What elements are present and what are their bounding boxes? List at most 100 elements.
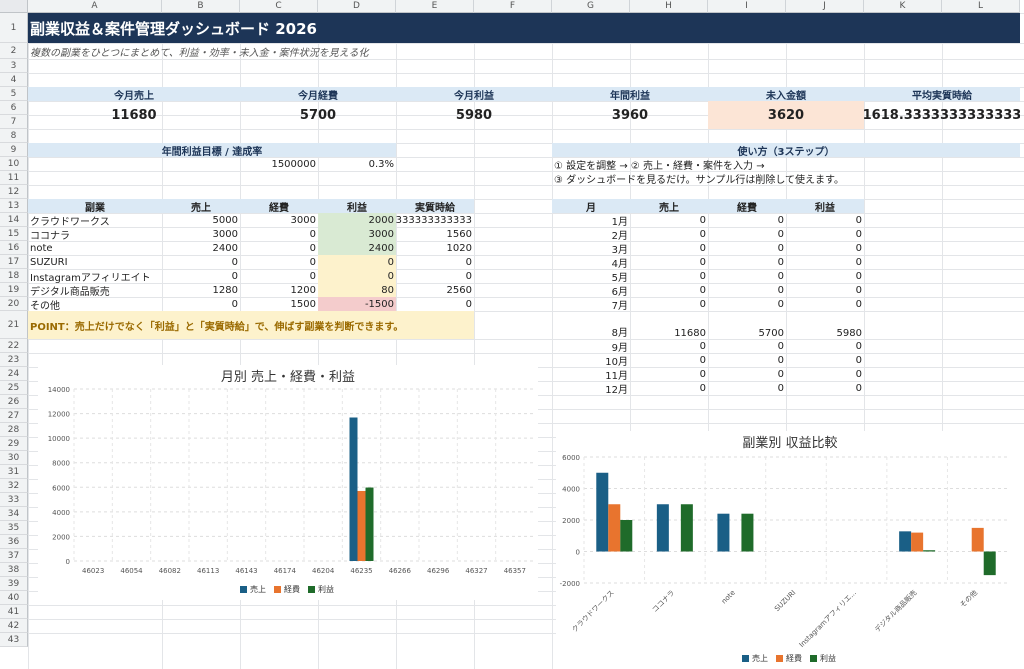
column-header[interactable]: G	[552, 0, 630, 13]
spreadsheet[interactable]: ABCDEFGHIJKL 1 2 3 4 5 6 7 8 9 10 11 12 13 14 15 16 17 18…	[0, 0, 1024, 669]
bar-cost[interactable]	[971, 527, 984, 552]
bar-sales[interactable]	[349, 417, 358, 561]
row-header[interactable]: 11	[0, 171, 28, 185]
bar-profit[interactable]	[365, 487, 374, 561]
side-name[interactable]: note	[28, 241, 162, 255]
row-header[interactable]: 17	[0, 255, 28, 269]
bar-profit[interactable]	[983, 551, 996, 576]
monthly-month[interactable]: 6月	[552, 283, 630, 298]
side-sales[interactable]: 0	[162, 297, 240, 311]
row-header[interactable]: 23	[0, 353, 28, 367]
monthly-profit[interactable]: 0	[786, 241, 864, 255]
row-header[interactable]: 40	[0, 591, 28, 605]
row-header[interactable]: 20	[0, 297, 28, 311]
monthly-profit[interactable]: 0	[786, 297, 864, 311]
row-header[interactable]: 4	[0, 73, 28, 87]
monthly-profit[interactable]: 0	[786, 255, 864, 269]
side-profit[interactable]: 80	[318, 283, 396, 297]
bar-sales[interactable]	[596, 472, 609, 552]
select-all-corner[interactable]	[0, 0, 28, 13]
row-header[interactable]: 31	[0, 465, 28, 479]
monthly-month[interactable]: 2月	[552, 227, 630, 242]
side-hourly[interactable]: 0	[396, 269, 474, 283]
bar-profit[interactable]	[620, 520, 633, 552]
monthly-sales[interactable]: 0	[630, 339, 708, 353]
side-name[interactable]: クラウドワークス	[28, 213, 162, 228]
side-name[interactable]: デジタル商品販売	[28, 283, 162, 298]
monthly-profit[interactable]: 5980	[786, 311, 864, 339]
side-name[interactable]: その他	[28, 297, 162, 312]
dashboard-title[interactable]: 副業収益＆案件管理ダッシュボード 2026	[28, 13, 1020, 43]
dashboard-subtitle[interactable]: 複数の副業をひとつにまとめて、利益・効率・未入金・案件状況を見える化	[28, 43, 1020, 59]
side-hourly[interactable]: 3333.3333333333333	[396, 213, 474, 227]
kpi-label[interactable]: 平均実質時給	[864, 87, 1020, 101]
side-hourly[interactable]: 1560	[396, 227, 474, 241]
bar-cost[interactable]	[608, 504, 621, 552]
monthly-cost[interactable]: 0	[708, 297, 786, 311]
row-header[interactable]: 24	[0, 367, 28, 381]
column-header[interactable]: B	[162, 0, 240, 13]
row-header[interactable]: 8	[0, 129, 28, 143]
monthly-header[interactable]: 経費	[708, 199, 786, 213]
monthly-cost[interactable]: 0	[708, 339, 786, 353]
row-header[interactable]: 21	[0, 311, 28, 339]
side-profit[interactable]: 0	[318, 255, 396, 269]
monthly-month[interactable]: 8月	[552, 311, 630, 339]
side-cost[interactable]: 3000	[240, 213, 318, 227]
bar-sales[interactable]	[899, 531, 912, 552]
row-header[interactable]: 7	[0, 115, 28, 129]
monthly-month[interactable]: 11月	[552, 367, 630, 382]
side-profit[interactable]: 2000	[318, 213, 396, 227]
side-name[interactable]: Instagramアフィリエイト	[28, 269, 162, 284]
row-header[interactable]: 29	[0, 437, 28, 451]
side-name[interactable]: ココナラ	[28, 227, 162, 242]
row-header[interactable]: 5	[0, 87, 28, 101]
side-table-header[interactable]: 副業	[28, 199, 162, 213]
bar-profit[interactable]	[923, 550, 936, 552]
side-sales[interactable]: 2400	[162, 241, 240, 255]
side-hourly[interactable]: 0	[396, 255, 474, 269]
row-header[interactable]: 2	[0, 43, 28, 59]
row-header[interactable]: 36	[0, 535, 28, 549]
side-table-header[interactable]: 経費	[240, 199, 318, 213]
kpi-value[interactable]: 3620	[708, 101, 864, 129]
kpi-value[interactable]: 1618.3333333333333	[864, 101, 1020, 129]
monthly-month[interactable]: 12月	[552, 381, 630, 396]
monthly-sales[interactable]: 0	[630, 269, 708, 283]
row-header[interactable]: 37	[0, 549, 28, 563]
row-header[interactable]: 30	[0, 451, 28, 465]
side-sales[interactable]: 3000	[162, 227, 240, 241]
monthly-sales[interactable]: 0	[630, 241, 708, 255]
side-profit[interactable]: 3000	[318, 227, 396, 241]
bar-sales[interactable]	[656, 504, 669, 552]
column-header[interactable]: K	[864, 0, 942, 13]
monthly-month[interactable]: 4月	[552, 255, 630, 270]
column-header[interactable]: D	[318, 0, 396, 13]
column-header[interactable]: H	[630, 0, 708, 13]
bar-sales[interactable]	[717, 513, 730, 552]
monthly-sales[interactable]: 0	[630, 353, 708, 367]
column-header[interactable]: I	[708, 0, 786, 13]
howto-line1[interactable]: ① 設定を調整 → ② 売上・経費・案件を入力 →	[552, 157, 1020, 172]
monthly-sales[interactable]: 0	[630, 227, 708, 241]
point-note[interactable]: POINT：売上だけでなく「利益」と「実質時給」で、伸ばす副業を判断できます。	[28, 311, 474, 339]
side-cost[interactable]: 0	[240, 241, 318, 255]
side-hourly[interactable]: 1020	[396, 241, 474, 255]
monthly-profit[interactable]: 0	[786, 367, 864, 381]
monthly-cost[interactable]: 0	[708, 367, 786, 381]
kpi-value[interactable]: 5980	[396, 101, 552, 129]
row-header[interactable]: 13	[0, 199, 28, 213]
kpi-label[interactable]: 今月売上	[28, 87, 240, 101]
monthly-header[interactable]: 売上	[630, 199, 708, 213]
row-header[interactable]: 10	[0, 157, 28, 171]
monthly-cost[interactable]: 0	[708, 269, 786, 283]
row-header[interactable]: 15	[0, 227, 28, 241]
row-header[interactable]: 27	[0, 409, 28, 423]
monthly-cost[interactable]: 0	[708, 255, 786, 269]
monthly-sales[interactable]: 0	[630, 213, 708, 227]
monthly-profit[interactable]: 0	[786, 339, 864, 353]
monthly-sales[interactable]: 0	[630, 297, 708, 311]
column-header[interactable]: F	[474, 0, 552, 13]
monthly-month[interactable]: 9月	[552, 339, 630, 354]
monthly-sales[interactable]: 11680	[630, 311, 708, 339]
